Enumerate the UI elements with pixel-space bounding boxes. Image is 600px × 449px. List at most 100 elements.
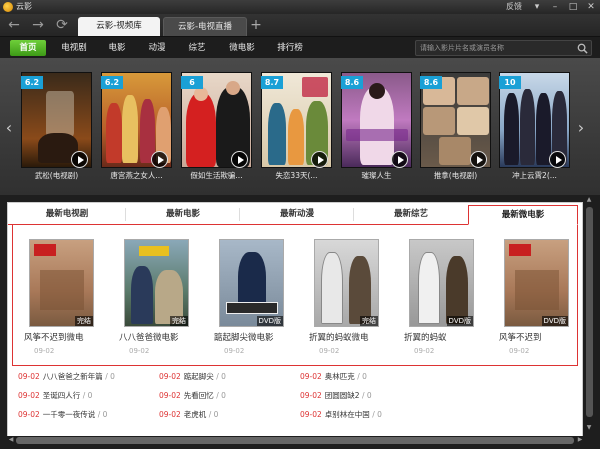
play-icon[interactable] <box>470 151 487 168</box>
movie-title[interactable]: 风筝不迟到微电 <box>24 331 99 343</box>
card-title[interactable]: 冲上云霄2(... <box>495 170 574 181</box>
scroll-down-icon[interactable]: ▼ <box>585 424 593 432</box>
list-title[interactable]: 圣诞四人行 <box>43 391 81 400</box>
list-item[interactable]: 09-02 圣诞四人行 / 0 <box>18 389 92 403</box>
list-title[interactable]: 团圆圆缺2 <box>325 391 360 400</box>
tab-latest-anime[interactable]: 最新动漫 <box>240 205 354 225</box>
carousel-next-icon[interactable]: › <box>576 118 586 138</box>
movie-title[interactable]: 折翼的蚂蚁微电 <box>309 331 384 343</box>
tab-video-library[interactable]: 云影-视频库 <box>78 17 160 36</box>
rating-badge: 8.7 <box>261 76 283 89</box>
list-title[interactable]: 一千零一夜传说 <box>43 410 96 419</box>
refresh-icon[interactable]: ⟳ <box>54 17 70 33</box>
play-icon[interactable] <box>391 151 408 168</box>
forward-arrow-icon[interactable]: → <box>30 17 46 33</box>
movie-title[interactable]: 折翼的蚂蚁 <box>404 331 479 343</box>
tab-latest-micro-film[interactable]: 最新微电影 <box>468 205 578 225</box>
menu-item-micro-film[interactable]: 微电影 <box>222 40 262 56</box>
list-date: 09-02 <box>300 372 322 381</box>
movie-item[interactable]: 完结 折翼的蚂蚁微电 09-02 <box>304 233 384 361</box>
scroll-right-icon[interactable]: ▶ <box>576 436 584 444</box>
list-item[interactable]: 09-02 奥林匹克 / 0 <box>300 370 367 384</box>
search-box <box>415 40 592 56</box>
menu-item-home[interactable]: 首页 <box>10 40 46 56</box>
list-title[interactable]: 先看回忆 <box>184 391 214 400</box>
play-icon[interactable] <box>549 151 566 168</box>
menu-dropdown-icon[interactable]: ▾ <box>530 0 544 14</box>
carousel-prev-icon[interactable]: ‹ <box>4 118 14 138</box>
movie-date: 09-02 <box>34 347 55 355</box>
movie-item[interactable]: 完结 八八爸爸微电影 09-02 <box>114 233 194 361</box>
play-icon[interactable] <box>311 151 328 168</box>
scroll-left-icon[interactable]: ◀ <box>7 436 15 444</box>
carousel-card[interactable]: 6.2 武松(电视剧) <box>21 72 92 182</box>
movie-title[interactable]: 八八爸爸微电影 <box>119 331 194 343</box>
play-icon[interactable] <box>151 151 168 168</box>
movie-item[interactable]: DVD版 折翼的蚂蚁 09-02 <box>399 233 479 361</box>
list-date: 09-02 <box>300 391 322 400</box>
list-item[interactable]: 09-02 八八爸爸之新年篇 / 0 <box>18 370 115 384</box>
list-title[interactable]: 老虎机 <box>184 410 207 419</box>
movie-title[interactable]: 踮起脚尖微电影 <box>214 331 289 343</box>
play-icon[interactable] <box>231 151 248 168</box>
card-title[interactable]: 武松(电视剧) <box>17 170 96 181</box>
carousel-card[interactable]: 6.2 唐宫燕之女人... <box>101 72 172 182</box>
carousel-card[interactable]: 8.6 推拿(电视剧) <box>420 72 491 182</box>
feedback-link[interactable]: 反馈 <box>506 0 522 14</box>
scroll-up-icon[interactable]: ▲ <box>585 196 593 204</box>
close-button[interactable]: ✕ <box>584 0 598 14</box>
list-date: 09-02 <box>159 410 181 419</box>
movie-item[interactable]: DVD版 风筝不迟到 09-02 <box>494 233 574 361</box>
back-arrow-icon[interactable]: ← <box>6 17 22 33</box>
maximize-button[interactable]: □ <box>566 0 580 14</box>
search-icon[interactable] <box>577 43 588 54</box>
list-item[interactable]: 09-02 老虎机 / 0 <box>159 408 218 422</box>
latest-list: 09-02 八八爸爸之新年篇 / 0 09-02 踮起脚尖 / 0 09-02 奥林匹… <box>8 366 582 436</box>
menu-item-ranking[interactable]: 排行榜 <box>271 40 309 56</box>
carousel-card[interactable]: 8.6 璀璨人生 <box>341 72 412 182</box>
movie-item[interactable]: DVD版 踮起脚尖微电影 09-02 <box>209 233 289 361</box>
card-title[interactable]: 失恋33天(... <box>257 170 336 181</box>
list-count: / 0 <box>82 391 93 400</box>
card-title[interactable]: 唐宫燕之女人... <box>97 170 176 181</box>
list-item[interactable]: 09-02 踮起脚尖 / 0 <box>159 370 226 384</box>
menu-item-variety[interactable]: 综艺 <box>181 40 213 56</box>
tab-latest-movies[interactable]: 最新电影 <box>126 205 240 225</box>
movie-thumbnail: 完结 <box>29 239 94 327</box>
list-title[interactable]: 踮起脚尖 <box>184 372 214 381</box>
movie-item[interactable]: 完结 风筝不迟到微电 09-02 <box>19 233 99 361</box>
list-item[interactable]: 09-02 先看回忆 / 0 <box>159 389 226 403</box>
card-title[interactable]: 假如生活欺骗... <box>177 170 256 181</box>
vertical-scroll-thumb[interactable] <box>586 207 593 417</box>
movie-thumbnail: DVD版 <box>504 239 569 327</box>
card-title[interactable]: 璀璨人生 <box>337 170 416 181</box>
add-tab-icon[interactable]: + <box>249 17 263 33</box>
horizontal-scroll-thumb[interactable] <box>16 437 574 444</box>
tab-latest-variety[interactable]: 最新综艺 <box>354 205 468 225</box>
vertical-scrollbar[interactable]: ▲ ▼ <box>585 195 594 435</box>
list-count: / 0 <box>208 410 219 419</box>
tab-latest-tv[interactable]: 最新电视剧 <box>8 205 126 225</box>
latest-section: 最新电视剧 最新电影 最新动漫 最新综艺 最新微电影 完结 风筝不迟到微电 09… <box>7 202 583 442</box>
list-date: 09-02 <box>18 410 40 419</box>
minimize-button[interactable]: – <box>548 0 562 14</box>
movie-title[interactable]: 风筝不迟到 <box>499 331 574 343</box>
list-count: / 0 <box>372 410 382 419</box>
play-icon[interactable] <box>71 151 88 168</box>
tab-tv-live[interactable]: 云影-电视直播 <box>163 17 247 36</box>
list-item[interactable]: 09-02 一千零一夜传说 / 0 <box>18 408 107 422</box>
list-item[interactable]: 09-02 卓别林在中国 / 0 <box>300 408 382 422</box>
menu-item-tv-series[interactable]: 电视剧 <box>55 40 93 56</box>
search-input[interactable] <box>420 41 570 55</box>
carousel-card[interactable]: 8.7 失恋33天(... <box>261 72 332 182</box>
carousel-card[interactable]: 10 冲上云霄2(... <box>499 72 570 182</box>
menu-item-anime[interactable]: 动漫 <box>141 40 173 56</box>
menu-item-movies[interactable]: 电影 <box>100 40 134 56</box>
list-item[interactable]: 09-02 团圆圆缺2 / 0 <box>300 389 372 403</box>
card-title[interactable]: 推拿(电视剧) <box>416 170 495 181</box>
list-title[interactable]: 八八爸爸之新年篇 <box>43 372 103 381</box>
carousel-card[interactable]: 6 假如生活欺骗... <box>181 72 252 182</box>
list-title[interactable]: 卓别林在中国 <box>325 410 370 419</box>
horizontal-scrollbar[interactable]: ◀ ▶ <box>7 436 585 445</box>
list-title[interactable]: 奥林匹克 <box>325 372 355 381</box>
